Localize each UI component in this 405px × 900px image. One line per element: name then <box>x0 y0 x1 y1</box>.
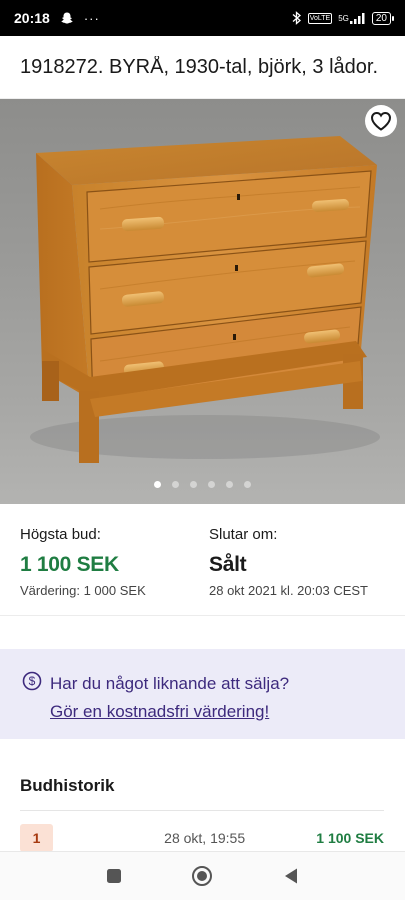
system-navigation-bar <box>0 851 405 900</box>
recents-button[interactable] <box>94 856 134 896</box>
bid-history-title: Budhistorik <box>20 776 115 795</box>
bid-time: 28 okt, 19:55 <box>164 830 246 846</box>
free-valuation-link[interactable]: Gör en kostnadsfri värdering! <box>50 702 269 722</box>
network-label: 5G <box>338 13 349 23</box>
bid-info-section: Högsta bud: 1 100 SEK Värdering: 1 000 S… <box>0 504 405 616</box>
snapchat-ghost-icon <box>60 11 74 25</box>
ends-label: Slutar om: <box>209 526 278 543</box>
sell-similar-banner: $ Har du något liknande att sälja? Gör e… <box>0 649 405 739</box>
dollar-circle-icon: $ <box>22 671 42 696</box>
bluetooth-icon <box>292 11 302 25</box>
product-photo <box>30 136 380 463</box>
gallery-pagination <box>0 481 405 488</box>
back-triangle-icon <box>284 868 297 884</box>
gallery-dot[interactable] <box>172 481 179 488</box>
recents-square-icon <box>107 869 122 883</box>
bid-amount: 1 100 SEK <box>316 830 384 846</box>
ends-block: Slutar om: Sålt 28 okt 2021 kl. 20:03 CE… <box>209 526 368 598</box>
status-time: 20:18 <box>14 10 50 26</box>
favorite-heart-button[interactable] <box>365 105 397 137</box>
home-circle-icon <box>192 866 213 886</box>
highest-bid-block: Högsta bud: 1 100 SEK Värdering: 1 000 S… <box>20 526 146 598</box>
gallery-dot[interactable] <box>208 481 215 488</box>
product-image-gallery[interactable] <box>0 99 405 504</box>
gallery-dot[interactable] <box>190 481 197 488</box>
more-dots-icon: ··· <box>83 10 100 26</box>
bid-history-section: Budhistorik 1 28 okt, 19:55 1 100 SEK <box>0 771 405 853</box>
heart-icon <box>370 111 392 131</box>
gallery-dot[interactable] <box>244 481 251 488</box>
bid-number-badge: 1 <box>20 824 53 852</box>
volte-icon: VoLTE <box>307 12 333 24</box>
status-bar: 20:18 ··· VoLTE 5G 20 <box>0 0 405 36</box>
page-title: 1918272. BYRÅ, 1930-tal, björk, 3 lådor. <box>20 55 379 78</box>
ends-date: 28 okt 2021 kl. 20:03 CEST <box>209 583 368 598</box>
battery-icon: 20 <box>371 11 395 25</box>
divider <box>20 810 384 811</box>
valuation-text: Värdering: 1 000 SEK <box>20 583 146 598</box>
sell-question: Har du något liknande att sälja? <box>50 673 290 693</box>
highest-bid-value: 1 100 SEK <box>20 553 119 576</box>
svg-text:$: $ <box>29 674 36 688</box>
highest-bid-label: Högsta bud: <box>20 526 101 543</box>
back-button[interactable] <box>271 856 311 896</box>
page-header: 1918272. BYRÅ, 1930-tal, björk, 3 lådor. <box>0 36 405 99</box>
ends-status: Sålt <box>209 553 247 576</box>
gallery-dot[interactable] <box>154 481 161 488</box>
signal-5g-icon: 5G <box>338 12 366 24</box>
gallery-dot[interactable] <box>226 481 233 488</box>
home-button[interactable] <box>182 856 222 896</box>
bid-history-row: 1 28 okt, 19:55 1 100 SEK <box>20 823 384 853</box>
